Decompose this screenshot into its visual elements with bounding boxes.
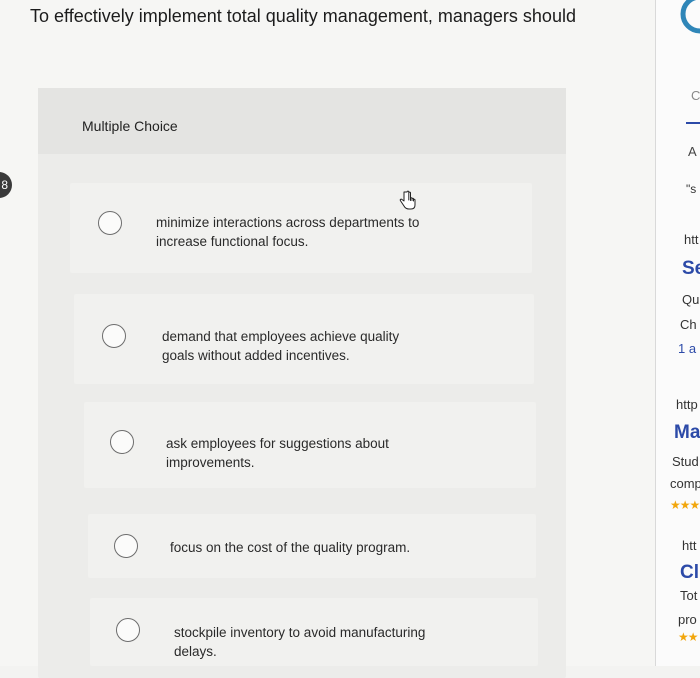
sidebar-text-12: comp bbox=[670, 476, 700, 491]
sidebar-logo-icon bbox=[680, 0, 700, 34]
choice-text-5: stockpile inventory to avoid manufacturi… bbox=[174, 625, 426, 659]
hand-cursor-icon bbox=[399, 190, 416, 210]
radio-button-4[interactable] bbox=[114, 534, 138, 558]
sidebar-link-15[interactable]: Cl bbox=[680, 562, 699, 584]
radio-button-1[interactable] bbox=[98, 211, 122, 235]
choice-text-4: focus on the cost of the quality program… bbox=[170, 540, 411, 555]
sidebar-text-7: Ch bbox=[680, 317, 697, 332]
sidebar-link-5[interactable]: Se bbox=[682, 258, 700, 280]
sidebar-divider bbox=[686, 122, 700, 124]
sidebar-text-4[interactable]: htt bbox=[684, 232, 698, 247]
question-type-label: Multiple Choice bbox=[82, 118, 178, 134]
browser-side-panel: C A "s htt Se Qu Ch 1 a http Ma Stud com… bbox=[655, 0, 700, 666]
sidebar-rating-stars-1: ★★★ bbox=[670, 498, 700, 512]
sidebar-text-14[interactable]: htt bbox=[682, 538, 696, 553]
question-text: To effectively implement total quality m… bbox=[30, 6, 576, 26]
radio-button-2[interactable] bbox=[102, 324, 126, 348]
sidebar-text-16: Tot bbox=[680, 588, 698, 603]
sidebar-link-10[interactable]: Ma bbox=[674, 422, 700, 444]
sidebar-text-2: A bbox=[688, 144, 697, 159]
sidebar-rating-stars-2: ★★ bbox=[678, 630, 698, 644]
sidebar-text-8: 1 a bbox=[678, 341, 697, 356]
sidebar-text-9[interactable]: http bbox=[676, 397, 698, 412]
radio-button-5[interactable] bbox=[116, 618, 140, 642]
choice-option-4[interactable]: focus on the cost of the quality program… bbox=[88, 514, 536, 578]
sidebar-text-11: Stud bbox=[672, 454, 699, 469]
choice-option-1[interactable]: minimize interactions across departments… bbox=[70, 183, 532, 273]
choice-text-3: ask employees for suggestions about impr… bbox=[166, 436, 389, 470]
panel-header: Multiple Choice bbox=[38, 88, 566, 154]
choice-text-1: minimize interactions across departments… bbox=[156, 215, 420, 249]
choice-text-2: demand that employees achieve quality go… bbox=[162, 329, 400, 363]
choice-option-3[interactable]: ask employees for suggestions about impr… bbox=[84, 402, 536, 488]
choice-option-5[interactable]: stockpile inventory to avoid manufacturi… bbox=[90, 598, 538, 666]
sidebar-text-3: "s bbox=[686, 182, 697, 196]
sidebar-text-17: pro bbox=[678, 612, 697, 627]
quiz-main: 8 To effectively implement total quality… bbox=[0, 0, 655, 678]
radio-button-3[interactable] bbox=[110, 430, 134, 454]
question-number-badge: 8 bbox=[0, 172, 12, 198]
sidebar-text-6: Qu bbox=[682, 292, 700, 307]
choice-option-2[interactable]: demand that employees achieve quality go… bbox=[74, 294, 534, 384]
sidebar-text-1: C bbox=[691, 88, 700, 103]
